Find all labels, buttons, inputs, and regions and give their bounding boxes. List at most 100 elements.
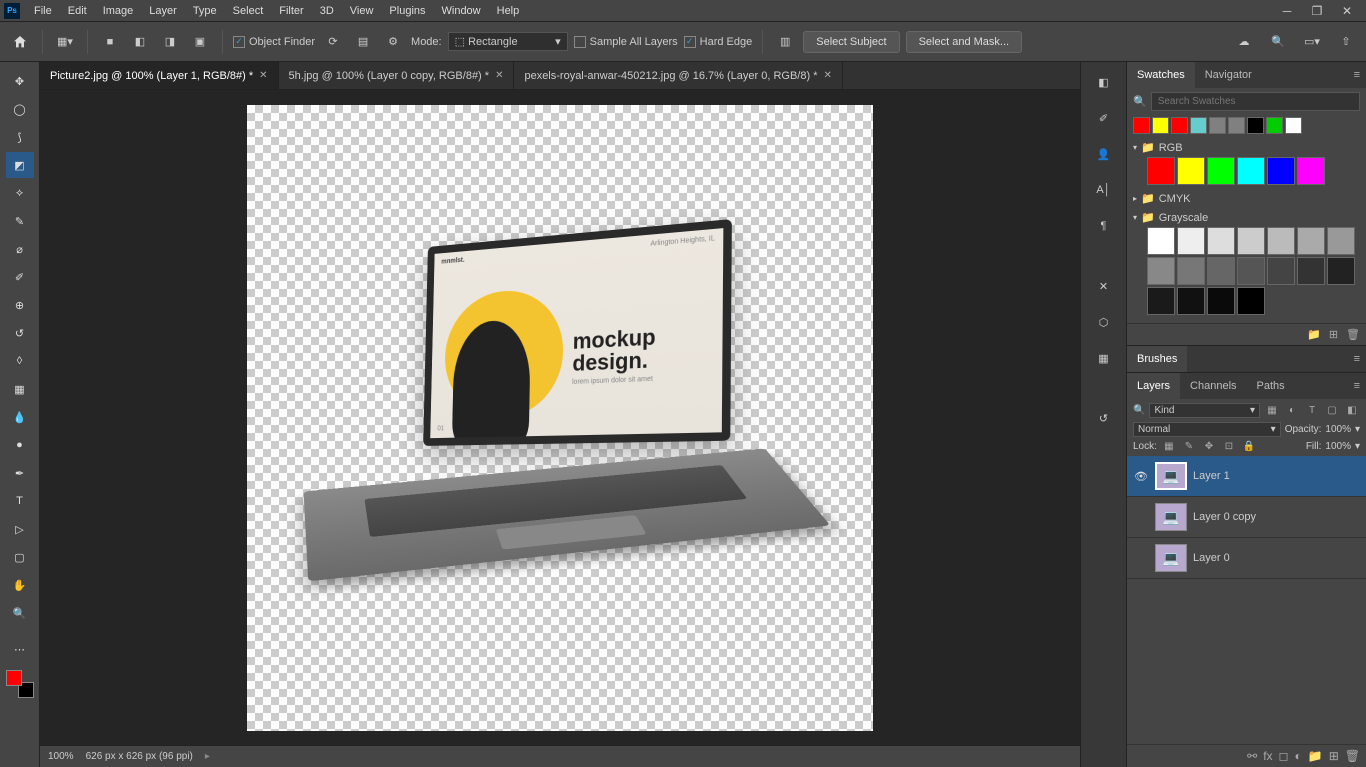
object-finder-checkbox[interactable]: ✓Object Finder <box>233 36 315 48</box>
brushes-tab[interactable]: Brushes <box>1127 346 1187 372</box>
lock-artboard-icon[interactable]: ⊡ <box>1221 441 1237 452</box>
cloud-icon[interactable]: ☁ <box>1232 30 1256 54</box>
selection-add-icon[interactable]: ◧ <box>128 30 152 54</box>
layer-item[interactable]: 💻Layer 0 <box>1127 538 1366 579</box>
swatch[interactable] <box>1177 157 1205 185</box>
close-icon[interactable]: ✕ <box>823 70 831 81</box>
swatch[interactable] <box>1247 117 1264 134</box>
menu-help[interactable]: Help <box>489 2 528 20</box>
gradient-tool[interactable]: ▦ <box>6 376 34 402</box>
layer-style-icon[interactable]: fx <box>1263 749 1272 763</box>
swatch[interactable] <box>1237 157 1265 185</box>
swatch[interactable] <box>1133 117 1150 134</box>
overlay-icon[interactable]: ▤ <box>351 30 375 54</box>
color-swatches[interactable] <box>6 670 34 698</box>
type-tool[interactable]: T <box>6 488 34 514</box>
menu-filter[interactable]: Filter <box>271 2 311 20</box>
rgb-group[interactable]: ▾📁RGB <box>1133 138 1360 157</box>
window-maximize-icon[interactable]: ❐ <box>1302 4 1332 18</box>
cmyk-group[interactable]: ▸📁CMYK <box>1133 189 1360 208</box>
window-minimize-icon[interactable]: ─ <box>1272 4 1302 18</box>
panel-menu-icon[interactable]: ≡ <box>1348 62 1366 88</box>
delete-layer-icon[interactable]: 🗑 <box>1345 749 1360 763</box>
zoom-level[interactable]: 100% <box>48 751 74 762</box>
brush-panel-icon[interactable]: ✐ <box>1092 106 1116 130</box>
adjustments-panel-icon[interactable]: ✕ <box>1092 274 1116 298</box>
eyedropper-tool[interactable]: ✎ <box>6 208 34 234</box>
swatch[interactable] <box>1147 257 1175 285</box>
selection-new-icon[interactable]: ■ <box>98 30 122 54</box>
opacity-value[interactable]: 100% <box>1325 424 1351 435</box>
swatches-tab[interactable]: Swatches <box>1127 62 1195 88</box>
canvas[interactable]: mnmlst. Arlington Heights, IL 01 mockup … <box>40 90 1080 745</box>
menu-image[interactable]: Image <box>95 2 142 20</box>
menu-layer[interactable]: Layer <box>141 2 185 20</box>
document-tab-1[interactable]: 5h.jpg @ 100% (Layer 0 copy, RGB/8#) *✕ <box>279 62 515 89</box>
paragraph-panel-icon[interactable]: ¶ <box>1092 214 1116 238</box>
swatch[interactable] <box>1297 257 1325 285</box>
adjustment-layer-icon[interactable]: ◐ <box>1295 749 1302 763</box>
navigator-tab[interactable]: Navigator <box>1195 62 1262 88</box>
layer-thumbnail[interactable]: 💻 <box>1155 544 1187 572</box>
lock-position-icon[interactable]: ✥ <box>1201 441 1217 452</box>
delete-swatch-icon[interactable]: 🗑 <box>1346 328 1360 341</box>
swatch[interactable] <box>1237 227 1265 255</box>
zoom-tool[interactable]: 🔍 <box>6 600 34 626</box>
edit-toolbar[interactable]: ⋯ <box>6 636 34 662</box>
panel-menu-icon[interactable]: ≡ <box>1348 346 1366 372</box>
character-panel-icon[interactable]: 👤 <box>1092 142 1116 166</box>
brush-tool[interactable]: ✐ <box>6 264 34 290</box>
healing-tool[interactable]: ⌀ <box>6 236 34 262</box>
layer-mask-icon[interactable]: ◻ <box>1279 749 1289 763</box>
home-button[interactable] <box>8 30 32 54</box>
eraser-tool[interactable]: ◊ <box>6 348 34 374</box>
pen-tool[interactable]: ✒ <box>6 460 34 486</box>
gray-group[interactable]: ▾📁Grayscale <box>1133 208 1360 227</box>
swatch[interactable] <box>1171 117 1188 134</box>
workspace-icon[interactable]: ▭▾ <box>1300 30 1324 54</box>
layer-filter-select[interactable]: Kind▾ <box>1149 403 1260 418</box>
selection-intersect-icon[interactable]: ▣ <box>188 30 212 54</box>
marquee-tool[interactable]: ◯ <box>6 96 34 122</box>
swatch[interactable] <box>1147 157 1175 185</box>
filter-shape-icon[interactable]: ▢ <box>1324 405 1340 416</box>
layer-item[interactable]: 💻Layer 0 copy <box>1127 497 1366 538</box>
lasso-tool[interactable]: ⟆ <box>6 124 34 150</box>
swatch[interactable] <box>1267 257 1295 285</box>
stamp-tool[interactable]: ⊕ <box>6 292 34 318</box>
swatch[interactable] <box>1266 117 1283 134</box>
swatch[interactable] <box>1147 287 1175 315</box>
filter-type-icon[interactable]: T <box>1304 405 1320 416</box>
hard-edge-checkbox[interactable]: ✓Hard Edge <box>684 36 753 48</box>
layers-tab[interactable]: Layers <box>1127 373 1180 399</box>
mask-icon[interactable]: ▥ <box>773 30 797 54</box>
history-panel-icon[interactable]: ↺ <box>1092 406 1116 430</box>
move-tool[interactable]: ✥ <box>6 68 34 94</box>
swatch[interactable] <box>1207 227 1235 255</box>
document-tab-2[interactable]: pexels-royal-anwar-450212.jpg @ 16.7% (L… <box>514 62 842 89</box>
swatch[interactable] <box>1177 227 1205 255</box>
selection-subtract-icon[interactable]: ◨ <box>158 30 182 54</box>
rectangle-tool[interactable]: ▢ <box>6 544 34 570</box>
filter-pixel-icon[interactable]: ▦ <box>1264 405 1280 416</box>
menu-type[interactable]: Type <box>185 2 225 20</box>
search-icon[interactable]: 🔍 <box>1266 30 1290 54</box>
select-mask-button[interactable]: Select and Mask... <box>906 31 1023 53</box>
swatch[interactable] <box>1285 117 1302 134</box>
crop-tool[interactable]: ⟡ <box>6 180 34 206</box>
history-brush-tool[interactable]: ↺ <box>6 320 34 346</box>
menu-select[interactable]: Select <box>225 2 272 20</box>
swatch[interactable] <box>1237 287 1265 315</box>
3d-panel-icon[interactable]: ⬡ <box>1092 310 1116 334</box>
link-layers-icon[interactable]: ⚯ <box>1247 749 1257 763</box>
swatch[interactable] <box>1228 117 1245 134</box>
foreground-color[interactable] <box>6 670 22 686</box>
refresh-icon[interactable]: ⟳ <box>321 30 345 54</box>
swatch[interactable] <box>1152 117 1169 134</box>
blend-mode-select[interactable]: Normal▾ <box>1133 422 1281 437</box>
lock-image-icon[interactable]: ✎ <box>1181 441 1197 452</box>
swatch[interactable] <box>1327 227 1355 255</box>
sample-all-checkbox[interactable]: Sample All Layers <box>574 36 678 48</box>
type-panel-icon[interactable]: A│ <box>1092 178 1116 202</box>
path-selection-tool[interactable]: ▷ <box>6 516 34 542</box>
